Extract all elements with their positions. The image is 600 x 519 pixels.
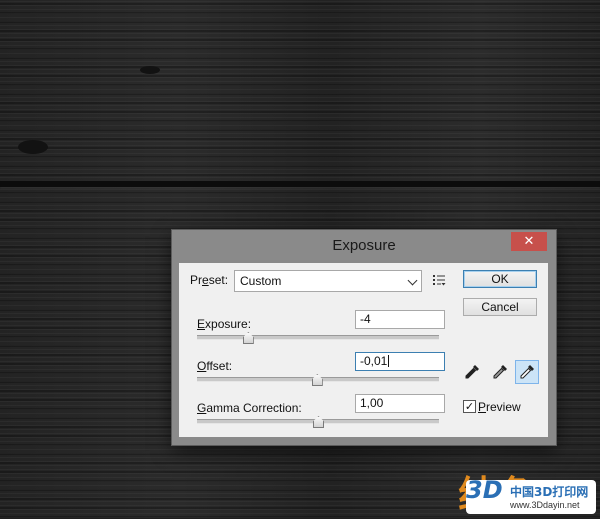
- wood-knot: [18, 140, 48, 154]
- exposure-input[interactable]: -4: [355, 310, 445, 329]
- site-badge: 3D 中国3D打印网 www.3Ddayin.net: [466, 476, 596, 514]
- plank-gap: [0, 181, 600, 187]
- dialog-title: Exposure: [332, 237, 396, 254]
- eyedropper-white-icon: [520, 365, 534, 379]
- white-point-eyedropper[interactable]: [515, 360, 539, 384]
- preset-menu-icon[interactable]: [432, 273, 446, 287]
- site-url: www.3Ddayin.net: [510, 500, 580, 510]
- preview-label[interactable]: Preview: [478, 400, 521, 414]
- title-bar[interactable]: Exposure ✕: [172, 230, 556, 260]
- offset-input[interactable]: -0,01: [355, 352, 445, 371]
- offset-slider-track[interactable]: [197, 374, 439, 386]
- gamma-correction-label: Gamma Correction:: [197, 401, 302, 415]
- exposure-label: Exposure:: [197, 317, 252, 331]
- gray-point-eyedropper[interactable]: [488, 360, 512, 384]
- preset-select-value: Custom: [240, 274, 282, 288]
- preset-label: Preset:: [190, 273, 229, 287]
- gamma-correction-slider-track[interactable]: [197, 416, 439, 428]
- offset-input-value: -0,01: [360, 354, 388, 368]
- exposure-dialog: Exposure ✕ Preset: Custom Exposure: -4 O…: [172, 230, 556, 445]
- eyedropper-gray-icon: [493, 365, 507, 379]
- dialog-client: Preset: Custom Exposure: -4 Offset: -0,0…: [179, 263, 548, 437]
- chevron-down-icon: [407, 275, 418, 286]
- site-logo: 3D: [466, 476, 503, 504]
- preview-checkbox[interactable]: ✓: [463, 400, 476, 413]
- text-caret: [388, 355, 390, 367]
- gamma-correction-slider-thumb[interactable]: [313, 416, 324, 428]
- offset-label: Offset:: [197, 359, 233, 373]
- black-point-eyedropper[interactable]: [460, 360, 484, 384]
- exposure-slider-track[interactable]: [197, 332, 439, 344]
- offset-slider-thumb[interactable]: [311, 374, 323, 386]
- close-button[interactable]: ✕: [511, 232, 547, 251]
- ok-button[interactable]: OK: [463, 270, 537, 288]
- exposure-slider-thumb[interactable]: [242, 332, 254, 344]
- eyedropper-black-icon: [465, 365, 479, 379]
- wood-knot: [140, 66, 160, 74]
- site-name: 中国3D打印网: [510, 485, 589, 499]
- cancel-button[interactable]: Cancel: [463, 298, 537, 316]
- preset-select[interactable]: Custom: [234, 270, 422, 292]
- gamma-correction-input[interactable]: 1,00: [355, 394, 445, 413]
